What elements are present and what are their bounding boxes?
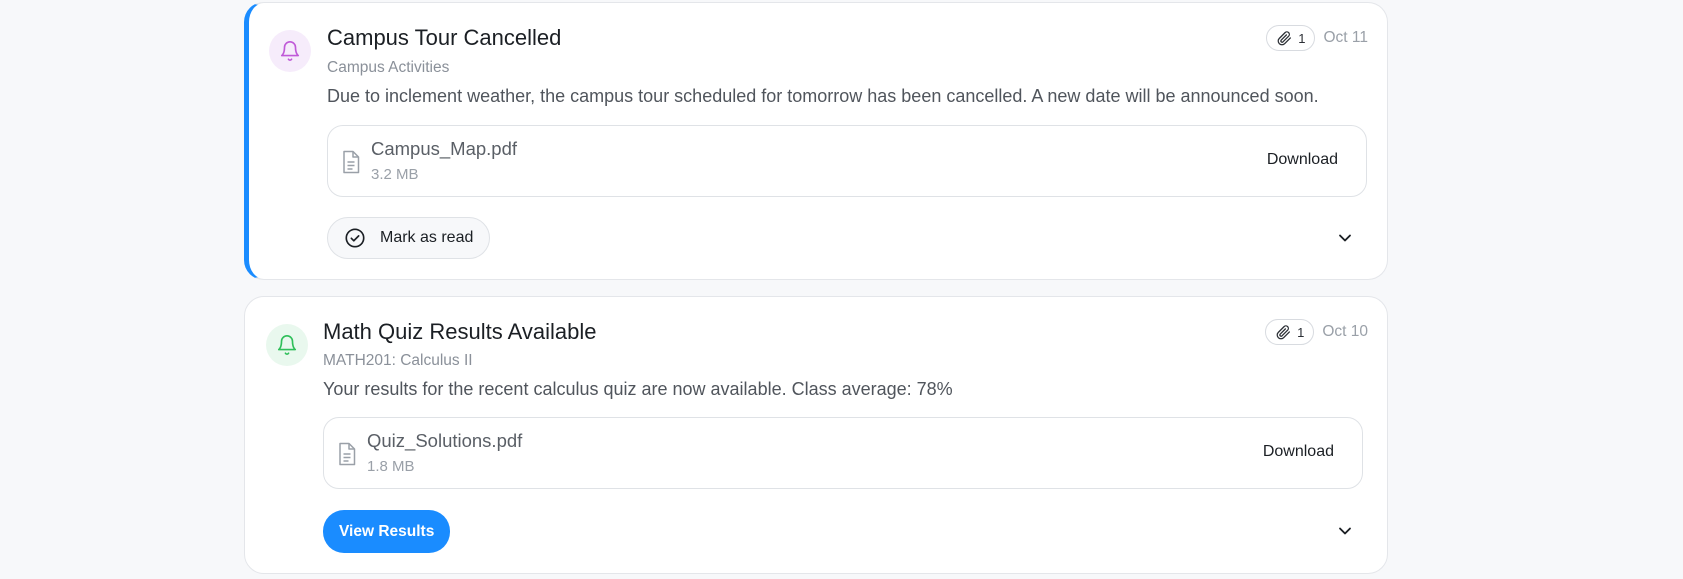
paperclip-icon (1276, 324, 1291, 339)
notification-card[interactable]: Campus Tour Cancelled Campus Activities … (244, 2, 1388, 280)
attachment-file-name: Quiz_Solutions.pdf (367, 430, 523, 451)
attachment-row: Quiz_Solutions.pdf 1.8 MB Download (323, 417, 1363, 489)
notification-meta: 1 Oct 11 (1266, 25, 1368, 51)
attachment-file-size: 1.8 MB (367, 458, 415, 475)
attachment-count: 1 (1297, 324, 1305, 340)
view-results-button[interactable]: View Results (323, 510, 451, 553)
mark-as-read-button[interactable]: Mark as read (327, 217, 491, 259)
notification-message: Due to inclement weather, the campus tou… (327, 86, 1319, 106)
notification-date: Oct 11 (1323, 29, 1368, 46)
bell-icon (280, 41, 300, 61)
attachment-count-badge: 1 (1266, 25, 1316, 51)
notification-card[interactable]: Math Quiz Results Available MATH201: Cal… (244, 296, 1388, 574)
chevron-down-icon[interactable] (1335, 521, 1355, 541)
notification-source: MATH201: Calculus II (323, 352, 473, 369)
attachment-row: Campus_Map.pdf 3.2 MB Download (327, 125, 1367, 197)
check-circle-icon (345, 228, 365, 248)
notification-avatar (269, 30, 311, 72)
attachment-count: 1 (1298, 30, 1306, 46)
file-icon (343, 150, 360, 174)
notification-message: Your results for the recent calculus qui… (323, 379, 953, 399)
attachment-file-size: 3.2 MB (371, 166, 419, 183)
notification-date: Oct 10 (1322, 323, 1368, 340)
download-button[interactable]: Download (1263, 443, 1334, 461)
paperclip-icon (1277, 30, 1292, 45)
download-button[interactable]: Download (1267, 151, 1338, 169)
notification-source: Campus Activities (327, 59, 450, 76)
mark-as-read-label: Mark as read (380, 229, 474, 246)
file-icon (339, 442, 356, 466)
notification-title: Campus Tour Cancelled (327, 25, 562, 50)
notification-meta: 1 Oct 10 (1265, 319, 1368, 345)
chevron-down-icon[interactable] (1335, 228, 1355, 248)
attachment-file-name: Campus_Map.pdf (371, 138, 518, 159)
bell-icon (277, 335, 297, 355)
attachment-count-badge: 1 (1265, 319, 1315, 345)
notification-avatar (266, 324, 308, 366)
notification-title: Math Quiz Results Available (323, 319, 597, 344)
